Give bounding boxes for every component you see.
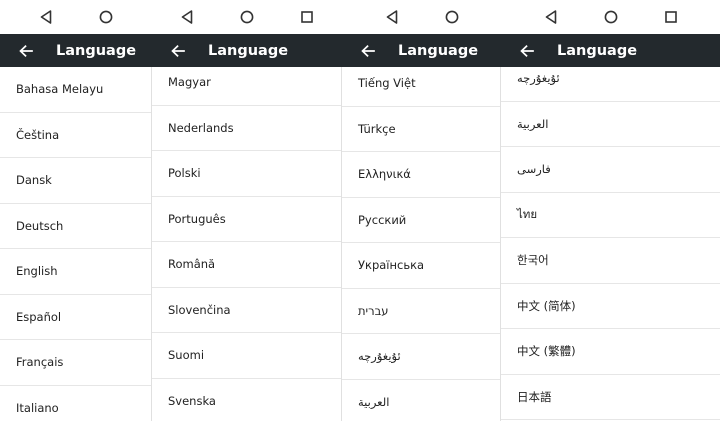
nav-home-icon[interactable] — [444, 9, 460, 25]
language-item[interactable]: 한국어 — [501, 238, 720, 284]
nav-recents-icon[interactable] — [663, 9, 679, 25]
language-item[interactable]: Magyar — [152, 60, 342, 106]
language-item[interactable]: Polski — [152, 151, 342, 197]
screen-divider — [500, 67, 501, 421]
language-list[interactable]: Magyar Nederlands Polski Português Român… — [152, 60, 342, 421]
page-title: Language — [56, 42, 137, 59]
screen-divider — [151, 67, 152, 421]
language-item[interactable]: 日本語 — [501, 375, 720, 420]
back-arrow-icon[interactable] — [168, 41, 188, 61]
language-item[interactable]: Nederlands — [152, 106, 342, 151]
language-list[interactable]: Tiếng Việt Türkçe Ελληνικά Русский Украї… — [342, 61, 501, 421]
language-item[interactable]: Türkçe — [342, 107, 501, 152]
language-item[interactable]: Español — [0, 295, 152, 340]
language-item[interactable]: ئۇيغۇرچە — [342, 334, 501, 380]
language-item[interactable]: العربية — [501, 102, 720, 147]
language-item[interactable]: Suomi — [152, 333, 342, 379]
language-item[interactable]: Română — [152, 242, 342, 288]
language-item[interactable]: Українська — [342, 243, 501, 289]
language-item[interactable]: ไทย — [501, 193, 720, 238]
app-bar: Language — [0, 34, 152, 67]
system-nav-bar — [0, 0, 152, 34]
system-nav-bar — [342, 0, 501, 34]
language-item[interactable]: ئۇيغۇرچە — [501, 56, 720, 102]
nav-recents-icon[interactable] — [299, 9, 315, 25]
back-arrow-icon[interactable] — [358, 41, 378, 61]
nav-home-icon[interactable] — [239, 9, 255, 25]
back-arrow-icon[interactable] — [16, 41, 36, 61]
language-item[interactable]: العربية — [342, 380, 501, 421]
language-list[interactable]: ئۇيغۇرچە العربية فارسی ไทย 한국어 中文 (简体) 中… — [501, 56, 720, 421]
screen-1: Language Bahasa Melayu Čeština Dansk Deu… — [0, 0, 152, 421]
screen-4: Language ئۇيغۇرچە العربية فارسی ไทย 한국어 … — [501, 0, 720, 421]
language-list[interactable]: Bahasa Melayu Čeština Dansk Deutsch Engl… — [0, 67, 152, 421]
nav-home-icon[interactable] — [98, 9, 114, 25]
language-item[interactable]: Svenska — [152, 379, 342, 421]
system-nav-bar — [501, 0, 720, 34]
language-item[interactable]: Italiano — [0, 386, 152, 421]
nav-back-icon[interactable] — [38, 9, 54, 25]
language-item[interactable]: فارسی — [501, 147, 720, 193]
language-item[interactable]: 中文 (繁體) — [501, 329, 720, 375]
language-item[interactable]: English — [0, 249, 152, 295]
language-item[interactable]: Português — [152, 197, 342, 242]
language-item[interactable]: Čeština — [0, 113, 152, 158]
nav-home-icon[interactable] — [603, 9, 619, 25]
language-item[interactable]: Tiếng Việt — [342, 61, 501, 107]
language-item[interactable]: Ελληνικά — [342, 152, 501, 198]
language-item[interactable]: Deutsch — [0, 204, 152, 249]
language-item[interactable]: עברית — [342, 289, 501, 334]
language-item[interactable]: Slovenčina — [152, 288, 342, 333]
screen-3: Language Tiếng Việt Türkçe Ελληνικά Русс… — [342, 0, 501, 421]
language-item[interactable]: 中文 (简体) — [501, 284, 720, 329]
page-title: Language — [398, 42, 479, 59]
language-item[interactable]: Bahasa Melayu — [0, 67, 152, 113]
nav-back-icon[interactable] — [543, 9, 559, 25]
language-item[interactable]: Русский — [342, 198, 501, 243]
page-title: Language — [208, 42, 289, 59]
nav-back-icon[interactable] — [179, 9, 195, 25]
language-item[interactable]: Dansk — [0, 158, 152, 204]
language-item[interactable]: Français — [0, 340, 152, 386]
system-nav-bar — [152, 0, 342, 34]
nav-back-icon[interactable] — [384, 9, 400, 25]
screen-2: Language Magyar Nederlands Polski Portug… — [152, 0, 342, 421]
screen-divider — [341, 67, 342, 421]
